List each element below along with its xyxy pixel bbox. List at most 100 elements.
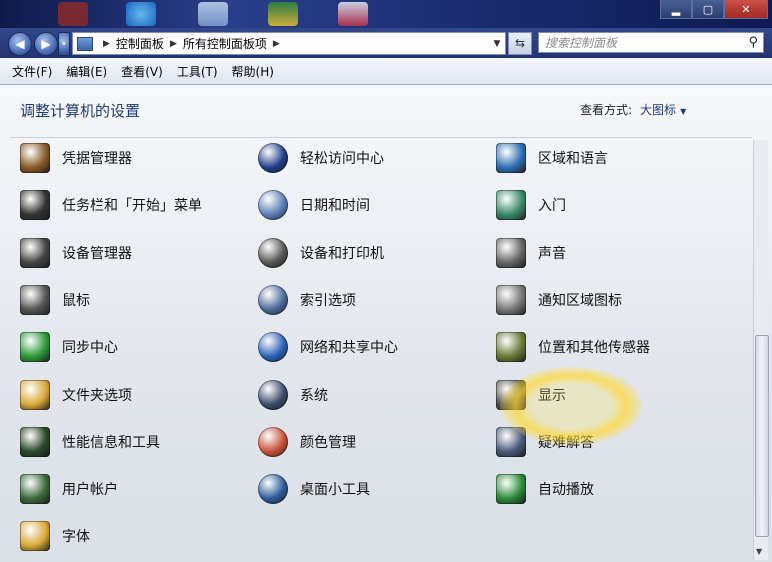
breadcrumb-arrow-icon[interactable]: ▶ [103,39,110,49]
highlight-marker [500,367,642,445]
menu-bar: 文件(F) 编辑(E) 查看(V) 工具(T) 帮助(H) [0,58,772,85]
navigation-bar: ◀ ▶ ▾ ▶ 控制面板 ▶ 所有控制面板项 ▶ ▼ ⇆ 搜索控制面板 ⚲ [0,28,772,58]
desktop-app-icon [198,2,228,26]
speaker-icon [496,237,526,268]
menu-edit[interactable]: 编辑(E) [66,63,107,80]
control-panel-item[interactable]: 自动播放 [496,472,594,506]
control-panel-item-label: 用户帐户 [62,482,118,499]
control-panel-item-label: 位置和其他传感器 [538,340,650,357]
control-panel-item[interactable]: 声音 [496,236,566,270]
ease-of-access-icon [258,143,288,173]
color-management-icon [258,426,288,457]
view-by-dropdown[interactable]: 大图标 [640,103,676,117]
mouse-icon [20,284,50,315]
control-panel-icon [77,36,93,51]
control-panel-item[interactable]: 日期和时间 [258,188,370,222]
control-panel-item[interactable]: 文件夹选项 [20,378,132,412]
address-bar[interactable]: ▶ 控制面板 ▶ 所有控制面板项 ▶ ▼ [72,32,506,55]
control-panel-item[interactable]: 设备管理器 [20,236,132,270]
control-panel-item[interactable]: 鼠标 [20,283,90,317]
scroll-down-icon[interactable]: ▼ [756,547,762,556]
vertical-scrollbar[interactable]: ▼ [753,140,769,560]
control-panel-item-label: 设备和打印机 [300,245,384,262]
region-globe-icon [496,143,526,173]
location-sensors-icon [496,332,526,363]
chevron-down-icon[interactable]: ▼ [680,107,686,116]
control-panel-item[interactable]: 通知区域图标 [496,283,622,317]
control-panel-item-label: 网络和共享中心 [300,340,398,357]
control-panel-item[interactable]: 用户帐户 [20,472,118,506]
control-panel-item[interactable]: 系统 [258,378,328,412]
control-panel-item-label: 日期和时间 [300,198,370,215]
minimize-button[interactable]: ▂ [660,0,692,19]
menu-help[interactable]: 帮助(H) [232,63,274,80]
breadcrumb-arrow-icon[interactable]: ▶ [170,39,177,49]
page-title: 调整计算机的设置 [20,102,141,120]
maximize-button[interactable]: ▢ [692,0,724,19]
close-button[interactable]: ✕ [724,0,768,19]
desktop-gadgets-icon [258,474,288,505]
control-panel-item-label: 声音 [538,245,566,262]
recent-pages-dropdown[interactable]: ▾ [58,32,70,56]
sync-center-icon [20,332,50,363]
control-panel-item[interactable]: 颜色管理 [258,425,356,459]
control-panel-item-label: 字体 [62,529,90,546]
performance-icon [20,426,50,457]
window-controls: ▂ ▢ ✕ [660,0,768,19]
refresh-button[interactable]: ⇆ [508,32,532,55]
device-manager-icon [20,237,50,268]
control-panel-item-label: 同步中心 [62,340,118,357]
control-panel-item[interactable]: 凭据管理器 [20,141,132,175]
address-dropdown-icon[interactable]: ▼ [489,39,505,49]
desktop-app-icon [338,2,368,26]
control-panel-item-label: 通知区域图标 [538,292,622,309]
network-sharing-icon [258,332,288,363]
control-panel-item[interactable]: 设备和打印机 [258,236,384,270]
control-panel-item[interactable]: 轻松访问中心 [258,141,384,175]
breadcrumb-all-items[interactable]: 所有控制面板项 [183,35,267,52]
date-time-icon [258,190,288,221]
view-by-label: 查看方式: [580,103,633,117]
control-panel-item[interactable]: 入门 [496,188,566,222]
control-panel-item-label: 鼠标 [62,292,90,309]
desktop-app-icon [126,2,156,26]
breadcrumb-control-panel[interactable]: 控制面板 [116,35,164,52]
control-panel-item[interactable]: 字体 [20,519,90,553]
control-panel-item-label: 区域和语言 [538,151,608,167]
control-panel-item-label: 设备管理器 [62,245,132,262]
user-accounts-icon [20,474,50,505]
control-panel-item[interactable]: 桌面小工具 [258,472,370,506]
forward-button[interactable]: ▶ [34,32,58,56]
search-input[interactable]: 搜索控制面板 ⚲ [538,32,764,53]
search-icon[interactable]: ⚲ [748,35,758,50]
control-panel-item-label: 桌面小工具 [300,482,370,499]
control-panel-item-label: 系统 [300,387,328,404]
control-panel-item-label: 任务栏和「开始」菜单 [62,198,202,215]
control-panel-item[interactable]: 区域和语言 [496,141,608,175]
control-panel-item-label: 索引选项 [300,292,356,309]
control-panel-item[interactable]: 同步中心 [20,330,118,364]
control-panel-item-label: 轻松访问中心 [300,151,384,167]
credential-manager-icon [20,143,50,173]
control-panel-item-label: 性能信息和工具 [62,434,160,451]
control-panel-item[interactable]: 网络和共享中心 [258,330,398,364]
control-panel-item[interactable]: 性能信息和工具 [20,425,160,459]
control-panel-item[interactable]: 索引选项 [258,283,356,317]
back-button[interactable]: ◀ [8,32,32,56]
content-pane: 调整计算机的设置 查看方式: 大图标 ▼ 凭据管理器 轻松访问中心 区域和语言任务栏和「… [0,85,772,562]
taskbar-icon [20,190,50,221]
indexing-icon [258,284,288,315]
control-panel-item[interactable]: 任务栏和「开始」菜单 [20,188,202,222]
divider [10,137,752,138]
notification-area-icon [496,284,526,315]
fonts-icon [20,521,50,552]
autoplay-icon [496,474,526,505]
menu-view[interactable]: 查看(V) [121,63,163,80]
menu-tools[interactable]: 工具(T) [177,63,218,80]
control-panel-item[interactable]: 位置和其他传感器 [496,330,650,364]
control-panel-item-label: 凭据管理器 [62,151,132,167]
system-icon [258,379,288,410]
menu-file[interactable]: 文件(F) [12,63,52,80]
scrollbar-thumb[interactable] [755,335,769,537]
breadcrumb-arrow-icon[interactable]: ▶ [273,39,280,49]
